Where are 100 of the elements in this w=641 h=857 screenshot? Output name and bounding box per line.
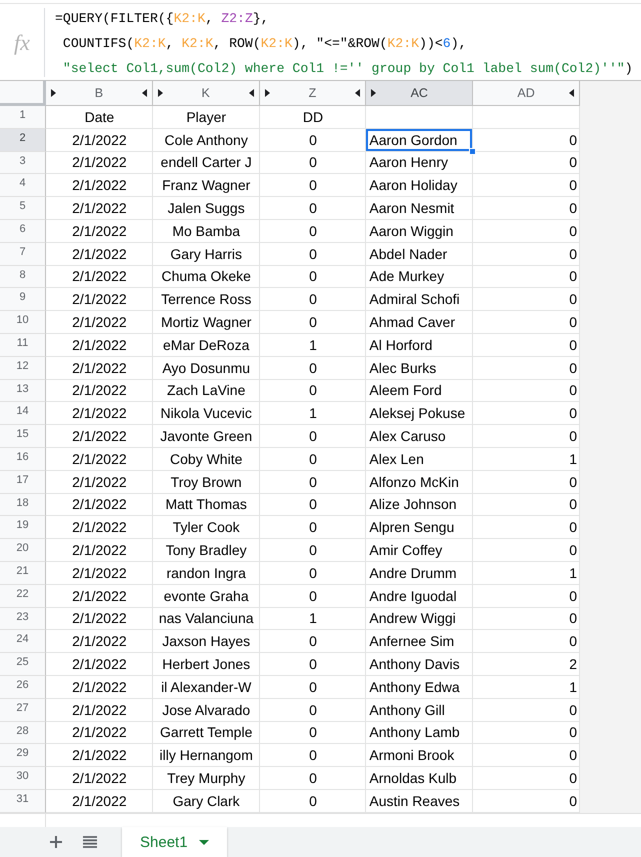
row-header[interactable]: 7 — [0, 242, 46, 266]
row-header[interactable]: 21 — [0, 562, 46, 585]
table-cell: 0 — [260, 722, 366, 744]
column-header[interactable]: B — [46, 80, 153, 106]
table-cell: Nikola Vucevic — [152, 402, 260, 426]
row-header[interactable]: 4 — [0, 174, 46, 198]
table-cell: 0 — [473, 356, 580, 380]
row-header[interactable]: 13 — [0, 380, 46, 402]
table-cell: Mo Bamba — [152, 220, 260, 243]
table-cell: 0 — [473, 311, 580, 334]
table-cell: Aaron Wiggin — [366, 220, 474, 243]
row-header[interactable]: 5 — [0, 197, 46, 220]
row-header[interactable]: 29 — [0, 744, 46, 768]
row-header[interactable]: 19 — [0, 516, 46, 540]
table-cell: 0 — [260, 152, 366, 174]
row-header[interactable]: 30 — [0, 767, 46, 790]
table-cell: Austin Reaves — [366, 790, 474, 813]
row-header[interactable]: 11 — [0, 334, 46, 357]
row-header[interactable]: 15 — [0, 425, 46, 448]
row-header[interactable]: 14 — [0, 402, 46, 426]
table-cell: evonte Graha — [152, 584, 260, 608]
table-cell: Ade Murkey — [366, 266, 474, 288]
table-cell: 0 — [473, 539, 580, 562]
column-header[interactable]: K — [152, 80, 260, 106]
table-cell: 0 — [260, 516, 366, 540]
table-cell: Armoni Brook — [366, 744, 474, 768]
caret-down-icon[interactable] — [198, 840, 209, 844]
row-header[interactable]: 10 — [0, 311, 46, 334]
row-header[interactable]: 22 — [0, 584, 46, 608]
fill-handle[interactable] — [469, 148, 476, 155]
row-header[interactable]: 9 — [0, 288, 46, 312]
table-cell: 0 — [473, 744, 580, 768]
table-cell: 2/1/2022 — [46, 380, 153, 402]
sheet-tab[interactable]: Sheet1 — [122, 827, 227, 857]
row-header[interactable]: 25 — [0, 653, 46, 676]
table-cell: 2/1/2022 — [46, 676, 153, 699]
table-cell: 2/1/2022 — [46, 356, 153, 380]
table-cell: 0 — [473, 242, 580, 266]
row-header[interactable]: 12 — [0, 356, 46, 380]
caret-right-icon[interactable] — [158, 89, 163, 97]
table-cell: 1 — [473, 448, 580, 471]
row-header[interactable]: 26 — [0, 676, 46, 699]
row-header[interactable]: 20 — [0, 539, 46, 562]
row-header[interactable]: 3 — [0, 152, 46, 174]
table-cell: 2/1/2022 — [46, 334, 153, 357]
table-cell: 2/1/2022 — [46, 197, 153, 220]
table-cell: 0 — [260, 584, 366, 608]
table-cell: randon Ingra — [152, 562, 260, 585]
table-cell: Garrett Temple — [152, 722, 260, 744]
table-cell: illy Hernangom — [152, 744, 260, 768]
plus-icon — [50, 836, 62, 848]
table-cell: 2/1/2022 — [46, 608, 153, 630]
table-cell: Al Horford — [366, 334, 474, 357]
table-cell: 0 — [473, 402, 580, 426]
row-header[interactable]: 23 — [0, 608, 46, 630]
column-header[interactable]: Z — [260, 80, 366, 106]
column-header[interactable]: AD — [473, 80, 580, 106]
row-header[interactable]: 18 — [0, 494, 46, 516]
caret-right-icon[interactable] — [371, 89, 376, 97]
table-cell: Javonte Green — [152, 425, 260, 448]
row-header[interactable]: 6 — [0, 220, 46, 243]
column-header[interactable]: AC — [366, 80, 474, 106]
table-cell: endell Carter J — [152, 152, 260, 174]
caret-left-icon[interactable] — [355, 89, 360, 97]
table-cell: Terrence Ross — [152, 288, 260, 312]
row-header[interactable]: 1 — [0, 106, 46, 129]
table-cell: Aleksej Pokuse — [366, 402, 474, 426]
fx-label: fx — [14, 32, 30, 54]
table-cell: Alex Len — [366, 448, 474, 471]
row-header[interactable]: 31 — [0, 790, 46, 813]
row-header[interactable]: 17 — [0, 470, 46, 494]
table-cell: Andre Drumm — [366, 562, 474, 585]
row-header[interactable]: 2 — [0, 128, 46, 152]
table-cell: Trey Murphy — [152, 767, 260, 790]
row-header[interactable]: 8 — [0, 266, 46, 288]
table-cell: 0 — [260, 197, 366, 220]
caret-left-icon[interactable] — [142, 89, 147, 97]
formula-input[interactable]: =QUERY(FILTER({K2:K, Z2:Z}, COUNTIFS(K2:K, K2:K, ROW(K2:K), "<="&ROW(K2:K))<6), "select Col1,sum(Col2) where Col1 !='' group by Col1 label sum(Col2)''") — [45, 4, 641, 80]
row-header[interactable]: 28 — [0, 722, 46, 744]
row-header[interactable]: 24 — [0, 630, 46, 654]
table-cell: 2/1/2022 — [46, 539, 153, 562]
caret-right-icon[interactable] — [51, 89, 56, 97]
table-cell: Zach LaVine — [152, 380, 260, 402]
table-cell: 0 — [473, 470, 580, 494]
table-cell: 1 — [260, 402, 366, 426]
table-cell: Player — [152, 106, 260, 129]
table-cell: Anthony Lamb — [366, 722, 474, 744]
row-header[interactable]: 16 — [0, 448, 46, 471]
table-cell: 2/1/2022 — [46, 152, 153, 174]
table-cell: 0 — [260, 539, 366, 562]
row-header[interactable]: 27 — [0, 698, 46, 722]
table-cell: eMar DeRoza — [152, 334, 260, 357]
caret-right-icon[interactable] — [264, 89, 270, 97]
table-cell: 1 — [473, 562, 580, 585]
caret-left-icon[interactable] — [248, 89, 254, 97]
caret-left-icon[interactable] — [568, 89, 574, 97]
table-cell: 2/1/2022 — [46, 242, 153, 266]
table-cell: Chuma Okeke — [152, 266, 260, 288]
list-icon — [83, 836, 97, 848]
table-cell: Tony Bradley — [152, 539, 260, 562]
